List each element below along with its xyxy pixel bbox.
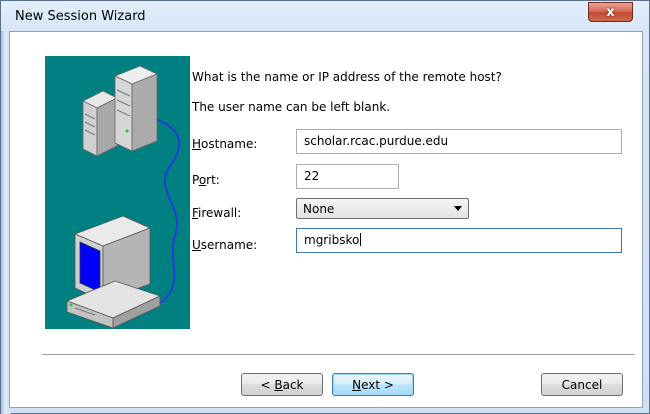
wizard-illustration	[45, 56, 190, 329]
window-title: New Session Wizard	[15, 9, 146, 24]
next-button[interactable]: Next >	[332, 373, 414, 396]
hostname-input[interactable]: scholar.rcac.purdue.edu	[296, 129, 622, 154]
username-input[interactable]: mgribsko	[296, 228, 622, 253]
port-label: Port:	[192, 173, 220, 187]
cancel-button[interactable]: Cancel	[541, 373, 623, 396]
close-button[interactable]: x	[588, 2, 633, 22]
wizard-note: The user name can be left blank.	[192, 100, 391, 114]
hostname-label: Hostname:	[192, 137, 258, 151]
server-tower-icon	[82, 90, 118, 157]
chevron-down-icon	[454, 206, 462, 211]
title-bar[interactable]: New Session Wizard x	[1, 1, 650, 31]
firewall-label: Firewall:	[192, 206, 242, 220]
firewall-select[interactable]: None	[296, 198, 469, 219]
button-separator	[42, 354, 635, 356]
wizard-window: New Session Wizard x What is the name or…	[0, 0, 650, 414]
text-caret	[360, 233, 362, 246]
wizard-question: What is the name or IP address of the re…	[192, 70, 502, 84]
wizard-client-area: What is the name or IP address of the re…	[9, 31, 643, 408]
network-illustration	[65, 65, 181, 329]
back-button[interactable]: < Back	[241, 373, 323, 396]
desktop-computer-icon	[65, 215, 162, 329]
server-tower-icon	[113, 65, 159, 152]
port-input[interactable]: 22	[296, 164, 399, 189]
close-icon: x	[606, 4, 615, 20]
username-label: Username:	[192, 238, 258, 252]
